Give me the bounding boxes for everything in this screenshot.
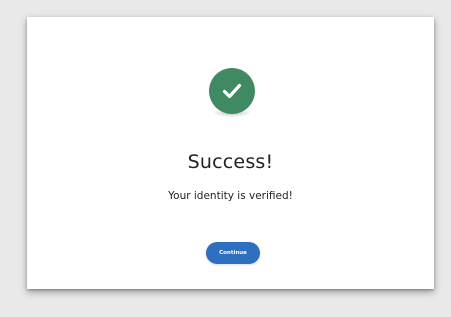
dialog-message: Your identity is verified! (168, 190, 293, 202)
success-dialog: Success! Your identity is verified! Cont… (27, 17, 434, 289)
success-icon-container (209, 68, 255, 118)
checkmark-circle-icon (209, 68, 255, 114)
dialog-title: Success! (187, 151, 274, 173)
continue-button[interactable]: Continue (206, 242, 260, 264)
checkmark-icon (222, 83, 242, 99)
